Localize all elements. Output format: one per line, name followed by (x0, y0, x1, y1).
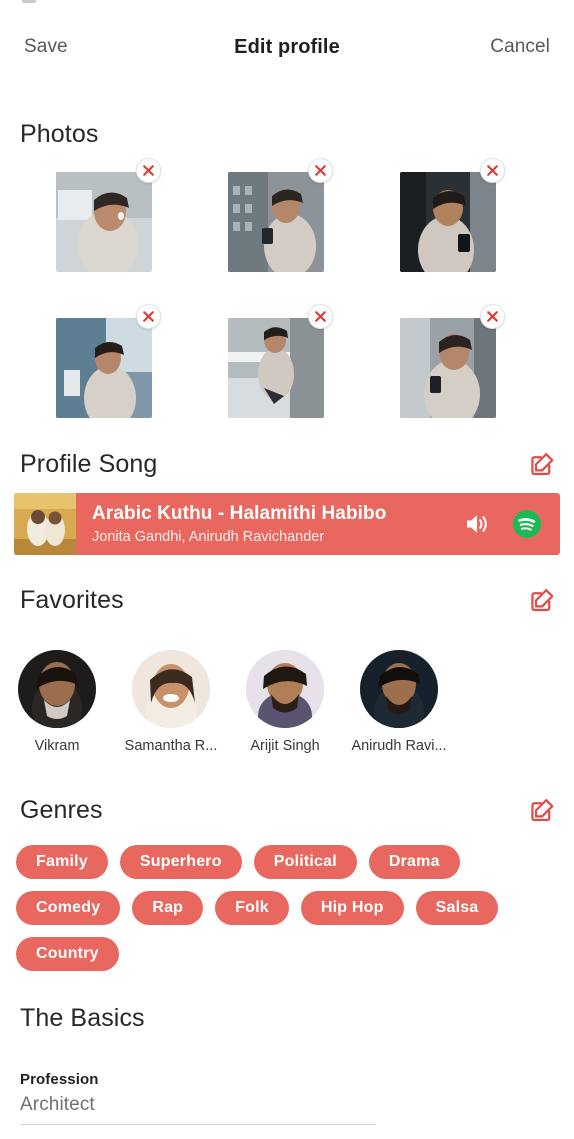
photo-cell[interactable] (190, 304, 362, 422)
profession-label: Profession (20, 1071, 99, 1088)
favorite-name: Vikram (34, 738, 80, 754)
photo-thumbnail[interactable] (56, 172, 152, 272)
avatar[interactable] (18, 650, 96, 728)
page-title: Edit profile (234, 35, 340, 58)
avatar[interactable] (246, 650, 324, 728)
edit-profile-song-button[interactable] (528, 450, 556, 478)
photo-thumbnail[interactable] (400, 172, 496, 272)
favorite-item[interactable]: Anirudh Ravi... (342, 650, 456, 754)
photo-cell[interactable] (18, 158, 190, 276)
genre-chip[interactable]: Comedy (16, 891, 121, 925)
genre-chip[interactable]: Folk (215, 891, 289, 925)
remove-photo-button[interactable] (136, 304, 161, 329)
genre-chip[interactable]: Political (253, 845, 357, 879)
song-text: Arabic Kuthu - Halamithi Habibo Jonita G… (76, 503, 456, 545)
edit-profile-screen: Save Edit profile Cancel Photos Profile … (0, 0, 574, 1139)
favorite-name: Anirudh Ravi... (351, 738, 447, 754)
photo-thumbnail[interactable] (56, 318, 152, 418)
song-actions (456, 509, 560, 539)
photos-heading: Photos (20, 120, 99, 148)
cancel-button[interactable]: Cancel (490, 36, 550, 58)
avatar[interactable] (360, 650, 438, 728)
favorite-name: Samantha R... (124, 738, 218, 754)
profession-field[interactable] (20, 1094, 376, 1122)
photo-cell[interactable] (362, 304, 534, 422)
favorite-name: Arijit Singh (250, 738, 320, 754)
genre-chip[interactable]: Drama (368, 845, 460, 879)
edit-favorites-button[interactable] (528, 586, 556, 614)
photo-thumbnail[interactable] (400, 318, 496, 418)
avatar[interactable] (132, 650, 210, 728)
photo-thumbnail[interactable] (228, 172, 324, 272)
basics-heading: The Basics (20, 1004, 145, 1032)
remove-photo-button[interactable] (480, 304, 505, 329)
photo-cell[interactable] (18, 304, 190, 422)
genre-chip[interactable]: Country (16, 937, 119, 971)
favorite-item[interactable]: Samantha R... (114, 650, 228, 754)
genre-chip[interactable]: Rap (132, 891, 204, 925)
photo-cell[interactable] (362, 158, 534, 276)
photo-thumbnail[interactable] (228, 318, 324, 418)
remove-photo-button[interactable] (308, 304, 333, 329)
genres-heading: Genres (20, 796, 103, 824)
favorite-item[interactable]: Vikram (0, 650, 114, 754)
photo-cell[interactable] (190, 158, 362, 276)
edit-genres-button[interactable] (528, 796, 556, 824)
genres-list: Family Superhero Political Drama Comedy Rap Fo… (16, 845, 562, 971)
genre-chip[interactable]: Hip Hop (300, 891, 404, 925)
profile-song-card[interactable]: Arabic Kuthu - Halamithi Habibo Jonita G… (14, 493, 560, 555)
genre-chip[interactable]: Family (16, 845, 108, 879)
favorites-heading: Favorites (20, 586, 124, 614)
speaker-icon[interactable] (464, 511, 492, 537)
profile-song-heading: Profile Song (20, 450, 158, 478)
remove-photo-button[interactable] (136, 158, 161, 183)
profession-underline (20, 1124, 376, 1125)
spotify-icon[interactable] (512, 509, 542, 539)
screen-header: Save Edit profile Cancel (0, 28, 574, 66)
favorite-item[interactable]: Arijit Singh (228, 650, 342, 754)
genre-chip[interactable]: Superhero (119, 845, 242, 879)
genre-chip[interactable]: Salsa (415, 891, 499, 925)
status-bar-nub (22, 0, 36, 3)
remove-photo-button[interactable] (480, 158, 505, 183)
status-bar-sliver (0, 0, 574, 6)
song-title: Arabic Kuthu - Halamithi Habibo (92, 503, 387, 524)
song-artists: Jonita Gandhi, Anirudh Ravichander (92, 529, 325, 545)
remove-photo-button[interactable] (308, 158, 333, 183)
album-art (14, 493, 76, 555)
